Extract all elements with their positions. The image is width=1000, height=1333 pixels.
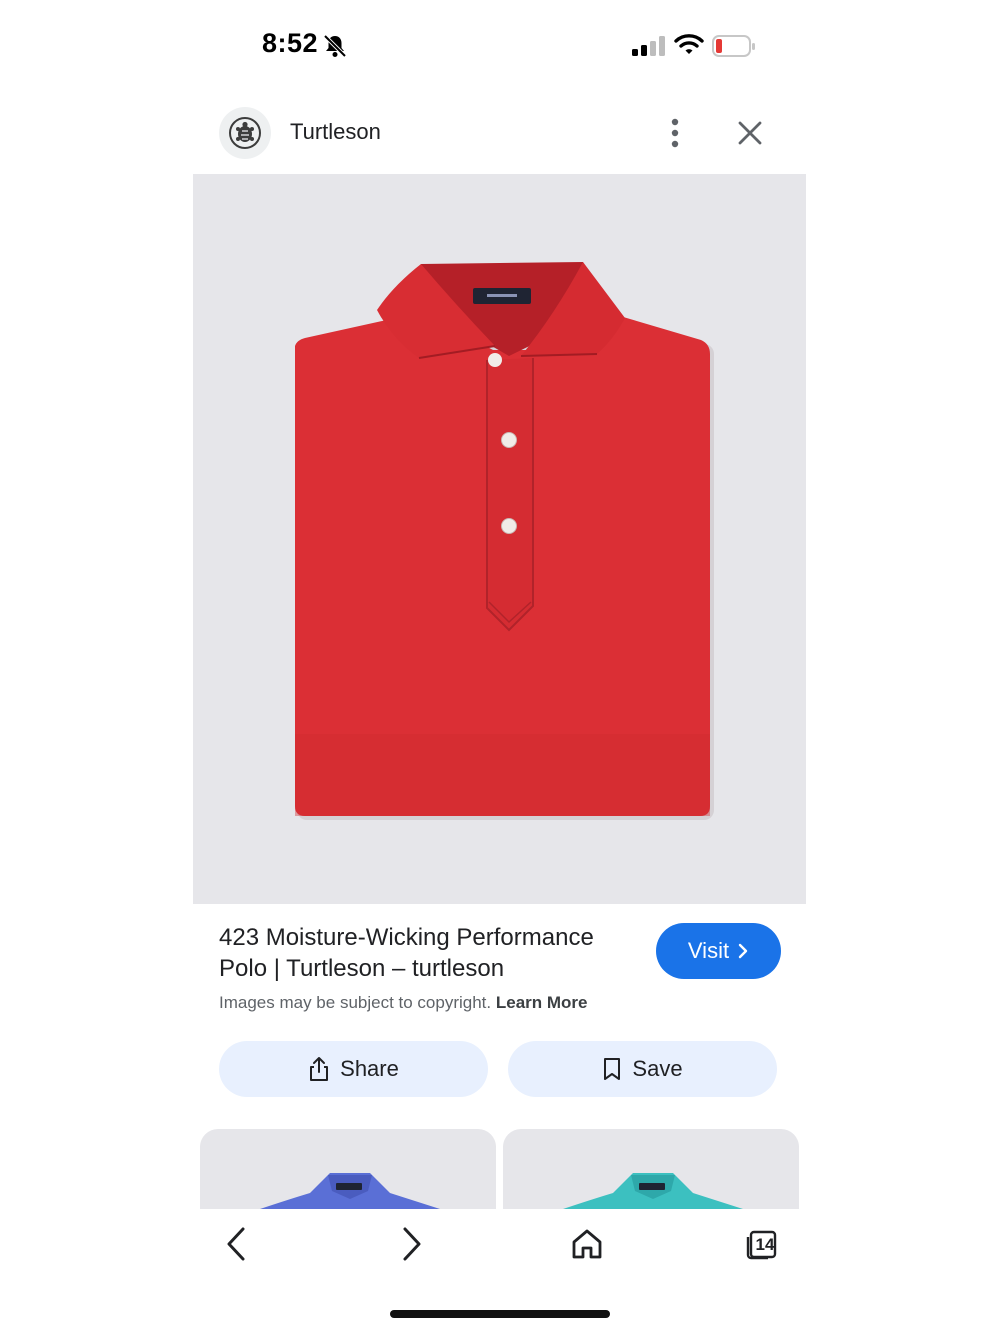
cellular-signal-icon — [632, 36, 665, 56]
close-icon[interactable] — [735, 118, 765, 148]
related-image-thumbnail[interactable] — [200, 1129, 496, 1209]
share-button[interactable]: Share — [219, 1041, 488, 1097]
red-polo-shirt-image — [193, 174, 806, 904]
teal-polo-shirt-image — [563, 1173, 743, 1209]
chevron-right-icon — [403, 1227, 421, 1261]
visit-label: Visit — [687, 938, 730, 963]
home-indicator[interactable] — [390, 1310, 610, 1318]
image-title[interactable]: 423 Moisture-Wicking Performance Polo | … — [219, 922, 639, 984]
save-button[interactable]: Save — [508, 1041, 777, 1097]
wifi-icon — [674, 34, 704, 54]
back-button[interactable] — [215, 1222, 259, 1266]
home-button[interactable] — [565, 1222, 609, 1266]
blue-polo-shirt-image — [260, 1173, 440, 1209]
bookmark-icon — [604, 1058, 621, 1080]
related-image-thumbnail[interactable] — [503, 1129, 799, 1209]
forward-button[interactable] — [389, 1222, 433, 1266]
status-time: 8:52 — [262, 28, 319, 58]
home-icon — [572, 1229, 602, 1259]
chevron-right-icon — [738, 943, 748, 959]
battery-low-icon — [712, 35, 755, 57]
bell-slash-icon — [323, 34, 347, 58]
more-vertical-icon[interactable] — [664, 116, 686, 150]
learn-more-link[interactable]: Learn More — [496, 993, 588, 1012]
chevron-left-icon — [227, 1227, 245, 1261]
main-product-image[interactable] — [193, 174, 806, 904]
copyright-notice: Images may be subject to copyright. Lear… — [219, 993, 588, 1013]
tabs-button[interactable]: 14 — [740, 1222, 784, 1266]
source-name[interactable]: Turtleson — [290, 119, 381, 145]
copyright-text: Images may be subject to copyright. — [219, 993, 492, 1012]
turtle-logo-icon — [229, 117, 261, 149]
visit-button[interactable]: Visit — [656, 923, 781, 979]
share-label: Share — [340, 1056, 399, 1081]
save-label: Save — [632, 1056, 683, 1081]
share-icon — [310, 1057, 329, 1081]
source-logo[interactable] — [219, 107, 271, 159]
tab-count: 14 — [755, 1235, 775, 1254]
